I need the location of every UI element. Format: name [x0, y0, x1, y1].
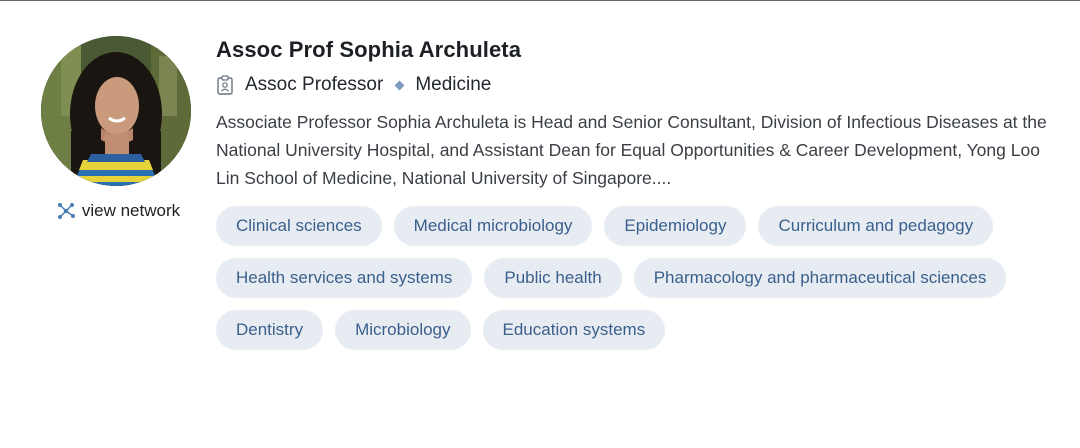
avatar[interactable] — [40, 36, 191, 186]
role-row: Assoc Professor Medicine — [216, 72, 1066, 98]
tag-medical-microbiology[interactable]: Medical microbiology — [393, 206, 593, 246]
profile-left-column: view network — [30, 36, 200, 221]
department-name: Medicine — [415, 74, 492, 95]
network-icon — [56, 202, 76, 220]
position-title: Assoc Professor — [245, 74, 384, 95]
tag-microbiology[interactable]: Microbiology — [335, 310, 471, 350]
tag-clinical-sciences[interactable]: Clinical sciences — [216, 206, 382, 246]
view-network-label: view network — [81, 201, 181, 220]
view-network-link[interactable]: view network — [56, 201, 180, 221]
tag-epidemiology[interactable]: Epidemiology — [604, 206, 747, 246]
profile-card: view network Assoc Prof Sophia Archuleta… — [0, 0, 1080, 448]
profile-name[interactable]: Assoc Prof Sophia Archuleta — [216, 36, 1066, 64]
research-tags: Clinical sciences Medical microbiology E… — [216, 206, 1066, 350]
profile-details: Assoc Prof Sophia Archuleta Assoc Profes… — [216, 36, 1066, 350]
avatar-photo — [40, 36, 191, 186]
tag-pharmacology[interactable]: Pharmacology and pharmaceutical sciences — [633, 258, 1007, 298]
tag-health-services-and-systems[interactable]: Health services and systems — [216, 258, 473, 298]
tag-education-systems[interactable]: Education systems — [482, 310, 666, 350]
tag-curriculum-and-pedagogy[interactable]: Curriculum and pedagogy — [758, 206, 994, 246]
separator-diamond — [394, 80, 405, 90]
profile-bio: Associate Professor Sophia Archuleta is … — [216, 112, 1047, 188]
tag-public-health[interactable]: Public health — [484, 258, 622, 298]
id-badge-icon — [216, 75, 234, 95]
tag-dentistry[interactable]: Dentistry — [216, 310, 324, 350]
